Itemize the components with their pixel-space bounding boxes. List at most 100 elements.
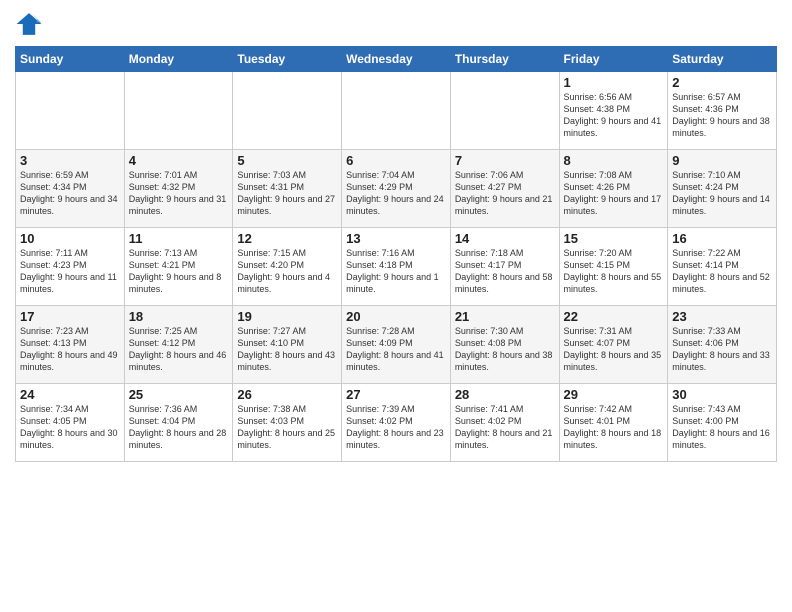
calendar-cell: 11Sunrise: 7:13 AM Sunset: 4:21 PM Dayli… xyxy=(124,228,233,306)
day-info: Sunrise: 7:33 AM Sunset: 4:06 PM Dayligh… xyxy=(672,325,772,374)
calendar-cell: 30Sunrise: 7:43 AM Sunset: 4:00 PM Dayli… xyxy=(668,384,777,462)
calendar-cell xyxy=(124,72,233,150)
calendar-week-row: 3Sunrise: 6:59 AM Sunset: 4:34 PM Daylig… xyxy=(16,150,777,228)
calendar-cell: 22Sunrise: 7:31 AM Sunset: 4:07 PM Dayli… xyxy=(559,306,668,384)
day-number: 28 xyxy=(455,387,555,402)
day-number: 29 xyxy=(564,387,664,402)
day-info: Sunrise: 7:13 AM Sunset: 4:21 PM Dayligh… xyxy=(129,247,229,296)
day-number: 22 xyxy=(564,309,664,324)
calendar-cell: 5Sunrise: 7:03 AM Sunset: 4:31 PM Daylig… xyxy=(233,150,342,228)
day-info: Sunrise: 7:03 AM Sunset: 4:31 PM Dayligh… xyxy=(237,169,337,218)
day-info: Sunrise: 7:04 AM Sunset: 4:29 PM Dayligh… xyxy=(346,169,446,218)
calendar-cell: 26Sunrise: 7:38 AM Sunset: 4:03 PM Dayli… xyxy=(233,384,342,462)
day-info: Sunrise: 7:22 AM Sunset: 4:14 PM Dayligh… xyxy=(672,247,772,296)
calendar-header-friday: Friday xyxy=(559,47,668,72)
calendar-cell: 19Sunrise: 7:27 AM Sunset: 4:10 PM Dayli… xyxy=(233,306,342,384)
calendar-cell: 27Sunrise: 7:39 AM Sunset: 4:02 PM Dayli… xyxy=(342,384,451,462)
calendar-cell: 7Sunrise: 7:06 AM Sunset: 4:27 PM Daylig… xyxy=(450,150,559,228)
day-number: 2 xyxy=(672,75,772,90)
day-number: 5 xyxy=(237,153,337,168)
day-info: Sunrise: 7:41 AM Sunset: 4:02 PM Dayligh… xyxy=(455,403,555,452)
day-number: 7 xyxy=(455,153,555,168)
calendar-cell: 20Sunrise: 7:28 AM Sunset: 4:09 PM Dayli… xyxy=(342,306,451,384)
day-info: Sunrise: 7:10 AM Sunset: 4:24 PM Dayligh… xyxy=(672,169,772,218)
calendar-header-wednesday: Wednesday xyxy=(342,47,451,72)
day-info: Sunrise: 7:30 AM Sunset: 4:08 PM Dayligh… xyxy=(455,325,555,374)
day-number: 27 xyxy=(346,387,446,402)
calendar-cell: 10Sunrise: 7:11 AM Sunset: 4:23 PM Dayli… xyxy=(16,228,125,306)
day-info: Sunrise: 7:36 AM Sunset: 4:04 PM Dayligh… xyxy=(129,403,229,452)
calendar-cell: 17Sunrise: 7:23 AM Sunset: 4:13 PM Dayli… xyxy=(16,306,125,384)
calendar-cell: 25Sunrise: 7:36 AM Sunset: 4:04 PM Dayli… xyxy=(124,384,233,462)
day-info: Sunrise: 7:39 AM Sunset: 4:02 PM Dayligh… xyxy=(346,403,446,452)
calendar-table: SundayMondayTuesdayWednesdayThursdayFrid… xyxy=(15,46,777,462)
day-info: Sunrise: 7:18 AM Sunset: 4:17 PM Dayligh… xyxy=(455,247,555,296)
day-number: 12 xyxy=(237,231,337,246)
day-info: Sunrise: 7:16 AM Sunset: 4:18 PM Dayligh… xyxy=(346,247,446,296)
calendar-cell xyxy=(16,72,125,150)
day-number: 18 xyxy=(129,309,229,324)
calendar-header-saturday: Saturday xyxy=(668,47,777,72)
day-number: 11 xyxy=(129,231,229,246)
page-container: SundayMondayTuesdayWednesdayThursdayFrid… xyxy=(0,0,792,467)
calendar-cell: 16Sunrise: 7:22 AM Sunset: 4:14 PM Dayli… xyxy=(668,228,777,306)
calendar-cell: 13Sunrise: 7:16 AM Sunset: 4:18 PM Dayli… xyxy=(342,228,451,306)
calendar-week-row: 17Sunrise: 7:23 AM Sunset: 4:13 PM Dayli… xyxy=(16,306,777,384)
day-number: 4 xyxy=(129,153,229,168)
day-info: Sunrise: 7:42 AM Sunset: 4:01 PM Dayligh… xyxy=(564,403,664,452)
day-info: Sunrise: 6:57 AM Sunset: 4:36 PM Dayligh… xyxy=(672,91,772,140)
calendar-cell: 9Sunrise: 7:10 AM Sunset: 4:24 PM Daylig… xyxy=(668,150,777,228)
day-number: 17 xyxy=(20,309,120,324)
calendar-week-row: 24Sunrise: 7:34 AM Sunset: 4:05 PM Dayli… xyxy=(16,384,777,462)
day-number: 24 xyxy=(20,387,120,402)
day-info: Sunrise: 6:59 AM Sunset: 4:34 PM Dayligh… xyxy=(20,169,120,218)
calendar-cell xyxy=(450,72,559,150)
calendar-cell: 4Sunrise: 7:01 AM Sunset: 4:32 PM Daylig… xyxy=(124,150,233,228)
day-number: 13 xyxy=(346,231,446,246)
calendar-cell: 8Sunrise: 7:08 AM Sunset: 4:26 PM Daylig… xyxy=(559,150,668,228)
day-info: Sunrise: 7:15 AM Sunset: 4:20 PM Dayligh… xyxy=(237,247,337,296)
day-info: Sunrise: 7:38 AM Sunset: 4:03 PM Dayligh… xyxy=(237,403,337,452)
day-number: 26 xyxy=(237,387,337,402)
day-info: Sunrise: 7:11 AM Sunset: 4:23 PM Dayligh… xyxy=(20,247,120,296)
calendar-header-row: SundayMondayTuesdayWednesdayThursdayFrid… xyxy=(16,47,777,72)
day-number: 25 xyxy=(129,387,229,402)
calendar-header-sunday: Sunday xyxy=(16,47,125,72)
calendar-week-row: 10Sunrise: 7:11 AM Sunset: 4:23 PM Dayli… xyxy=(16,228,777,306)
calendar-cell: 1Sunrise: 6:56 AM Sunset: 4:38 PM Daylig… xyxy=(559,72,668,150)
day-number: 3 xyxy=(20,153,120,168)
day-number: 15 xyxy=(564,231,664,246)
calendar-cell: 21Sunrise: 7:30 AM Sunset: 4:08 PM Dayli… xyxy=(450,306,559,384)
day-info: Sunrise: 7:20 AM Sunset: 4:15 PM Dayligh… xyxy=(564,247,664,296)
day-info: Sunrise: 7:34 AM Sunset: 4:05 PM Dayligh… xyxy=(20,403,120,452)
calendar-cell: 24Sunrise: 7:34 AM Sunset: 4:05 PM Dayli… xyxy=(16,384,125,462)
day-number: 1 xyxy=(564,75,664,90)
day-info: Sunrise: 7:01 AM Sunset: 4:32 PM Dayligh… xyxy=(129,169,229,218)
day-number: 6 xyxy=(346,153,446,168)
day-number: 9 xyxy=(672,153,772,168)
day-info: Sunrise: 7:25 AM Sunset: 4:12 PM Dayligh… xyxy=(129,325,229,374)
calendar-cell: 14Sunrise: 7:18 AM Sunset: 4:17 PM Dayli… xyxy=(450,228,559,306)
day-info: Sunrise: 7:08 AM Sunset: 4:26 PM Dayligh… xyxy=(564,169,664,218)
day-info: Sunrise: 7:28 AM Sunset: 4:09 PM Dayligh… xyxy=(346,325,446,374)
day-info: Sunrise: 7:43 AM Sunset: 4:00 PM Dayligh… xyxy=(672,403,772,452)
calendar-week-row: 1Sunrise: 6:56 AM Sunset: 4:38 PM Daylig… xyxy=(16,72,777,150)
day-number: 10 xyxy=(20,231,120,246)
day-number: 8 xyxy=(564,153,664,168)
calendar-cell: 29Sunrise: 7:42 AM Sunset: 4:01 PM Dayli… xyxy=(559,384,668,462)
day-info: Sunrise: 7:31 AM Sunset: 4:07 PM Dayligh… xyxy=(564,325,664,374)
logo-icon xyxy=(15,10,43,38)
day-info: Sunrise: 7:23 AM Sunset: 4:13 PM Dayligh… xyxy=(20,325,120,374)
calendar-cell: 12Sunrise: 7:15 AM Sunset: 4:20 PM Dayli… xyxy=(233,228,342,306)
day-number: 16 xyxy=(672,231,772,246)
calendar-header-monday: Monday xyxy=(124,47,233,72)
day-info: Sunrise: 7:27 AM Sunset: 4:10 PM Dayligh… xyxy=(237,325,337,374)
calendar-header-thursday: Thursday xyxy=(450,47,559,72)
calendar-cell: 2Sunrise: 6:57 AM Sunset: 4:36 PM Daylig… xyxy=(668,72,777,150)
day-info: Sunrise: 7:06 AM Sunset: 4:27 PM Dayligh… xyxy=(455,169,555,218)
day-number: 19 xyxy=(237,309,337,324)
calendar-cell: 23Sunrise: 7:33 AM Sunset: 4:06 PM Dayli… xyxy=(668,306,777,384)
calendar-header-tuesday: Tuesday xyxy=(233,47,342,72)
calendar-cell: 15Sunrise: 7:20 AM Sunset: 4:15 PM Dayli… xyxy=(559,228,668,306)
day-number: 30 xyxy=(672,387,772,402)
